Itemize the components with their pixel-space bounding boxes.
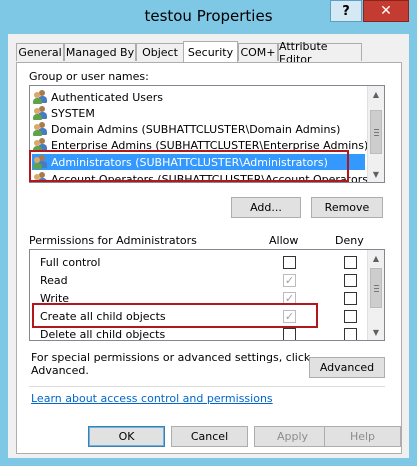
user-group-icon	[32, 121, 48, 137]
dialog-client: General Managed By Object Security COM+ …	[8, 34, 409, 458]
scroll-thumb[interactable]	[370, 110, 382, 154]
deny-checkbox[interactable]	[344, 328, 357, 340]
list-item[interactable]: Domain Admins (SUBHATTCLUSTER\Domain Adm…	[32, 121, 365, 137]
deny-column-header: Deny	[335, 234, 364, 247]
allow-checkbox[interactable]: ✓	[283, 310, 296, 323]
permission-row-full-control: Full control	[36, 255, 376, 272]
window-frame: testou Properties ? ✕ General Managed By…	[0, 0, 417, 466]
group-names-list[interactable]: Authenticated Users SYSTEM Domain Admins…	[29, 85, 385, 183]
ok-button[interactable]: OK	[88, 426, 165, 447]
scroll-thumb[interactable]	[370, 268, 382, 308]
permission-row-write: Write ✓	[36, 291, 376, 308]
advanced-hint-line1: For special permissions or advanced sett…	[31, 351, 311, 364]
tab-object[interactable]: Object	[136, 43, 184, 61]
title-bar[interactable]: testou Properties ? ✕	[0, 0, 417, 34]
allow-checkbox[interactable]	[283, 256, 296, 269]
divider	[29, 386, 385, 387]
learn-access-control-link[interactable]: Learn about access control and permissio…	[31, 392, 273, 405]
deny-checkbox[interactable]	[344, 256, 357, 269]
allow-checkbox[interactable]: ✓	[283, 274, 296, 287]
scroll-down-icon[interactable]: ▼	[368, 166, 384, 182]
user-group-icon	[32, 105, 48, 121]
help-button[interactable]: Help	[324, 426, 401, 447]
list-item[interactable]: Enterprise Admins (SUBHATTCLUSTER\Enterp…	[32, 137, 368, 153]
user-group-icon	[32, 137, 48, 153]
group-list-scrollbar[interactable]: ▲ ▼	[367, 86, 384, 182]
deny-checkbox[interactable]	[344, 274, 357, 287]
remove-button[interactable]: Remove	[311, 197, 383, 218]
list-item[interactable]: Authenticated Users	[32, 89, 365, 105]
scroll-up-icon[interactable]: ▲	[368, 250, 384, 266]
tab-attribute-editor[interactable]: Attribute Editor	[278, 40, 362, 66]
advanced-button[interactable]: Advanced	[309, 357, 385, 378]
tab-com-plus[interactable]: COM+	[238, 43, 278, 61]
user-group-icon	[32, 154, 48, 170]
allow-checkbox[interactable]	[283, 328, 296, 340]
tab-managed-by[interactable]: Managed By	[64, 43, 136, 61]
list-item-selected[interactable]: Administrators (SUBHATTCLUSTER\Administr…	[32, 154, 365, 170]
scroll-down-icon[interactable]: ▼	[368, 324, 384, 340]
add-button[interactable]: Add...	[231, 197, 301, 218]
list-item[interactable]: Account Operators (SUBHATTCLUSTER\Accoun…	[32, 171, 372, 182]
deny-checkbox[interactable]	[344, 310, 357, 323]
tab-general[interactable]: General	[16, 43, 64, 61]
permissions-heading: Permissions for Administrators	[29, 234, 197, 247]
advanced-hint-line2: Advanced.	[31, 364, 89, 377]
permissions-list[interactable]: Full control Read ✓ Write ✓ Create all c…	[29, 249, 385, 341]
title-help-button[interactable]: ?	[330, 0, 362, 22]
cancel-button[interactable]: Cancel	[171, 426, 248, 447]
permissions-scrollbar[interactable]: ▲ ▼	[367, 250, 384, 340]
deny-checkbox[interactable]	[344, 292, 357, 305]
apply-button[interactable]: Apply	[254, 426, 331, 447]
allow-checkbox[interactable]: ✓	[283, 292, 296, 305]
tab-security[interactable]: Security	[183, 41, 238, 62]
user-group-icon	[32, 89, 48, 105]
permission-row-delete-child: Delete all child objects	[36, 327, 376, 340]
user-group-icon	[32, 171, 48, 182]
permission-row-read: Read ✓	[36, 273, 376, 290]
scroll-up-icon[interactable]: ▲	[368, 86, 384, 102]
security-tab-panel: Group or user names: Authenticated Users…	[16, 62, 402, 454]
allow-column-header: Allow	[269, 234, 299, 247]
permission-row-create-child: Create all child objects ✓	[36, 309, 376, 326]
list-item[interactable]: SYSTEM	[32, 105, 365, 121]
close-icon[interactable]: ✕	[363, 0, 409, 22]
group-names-heading: Group or user names:	[29, 70, 149, 83]
